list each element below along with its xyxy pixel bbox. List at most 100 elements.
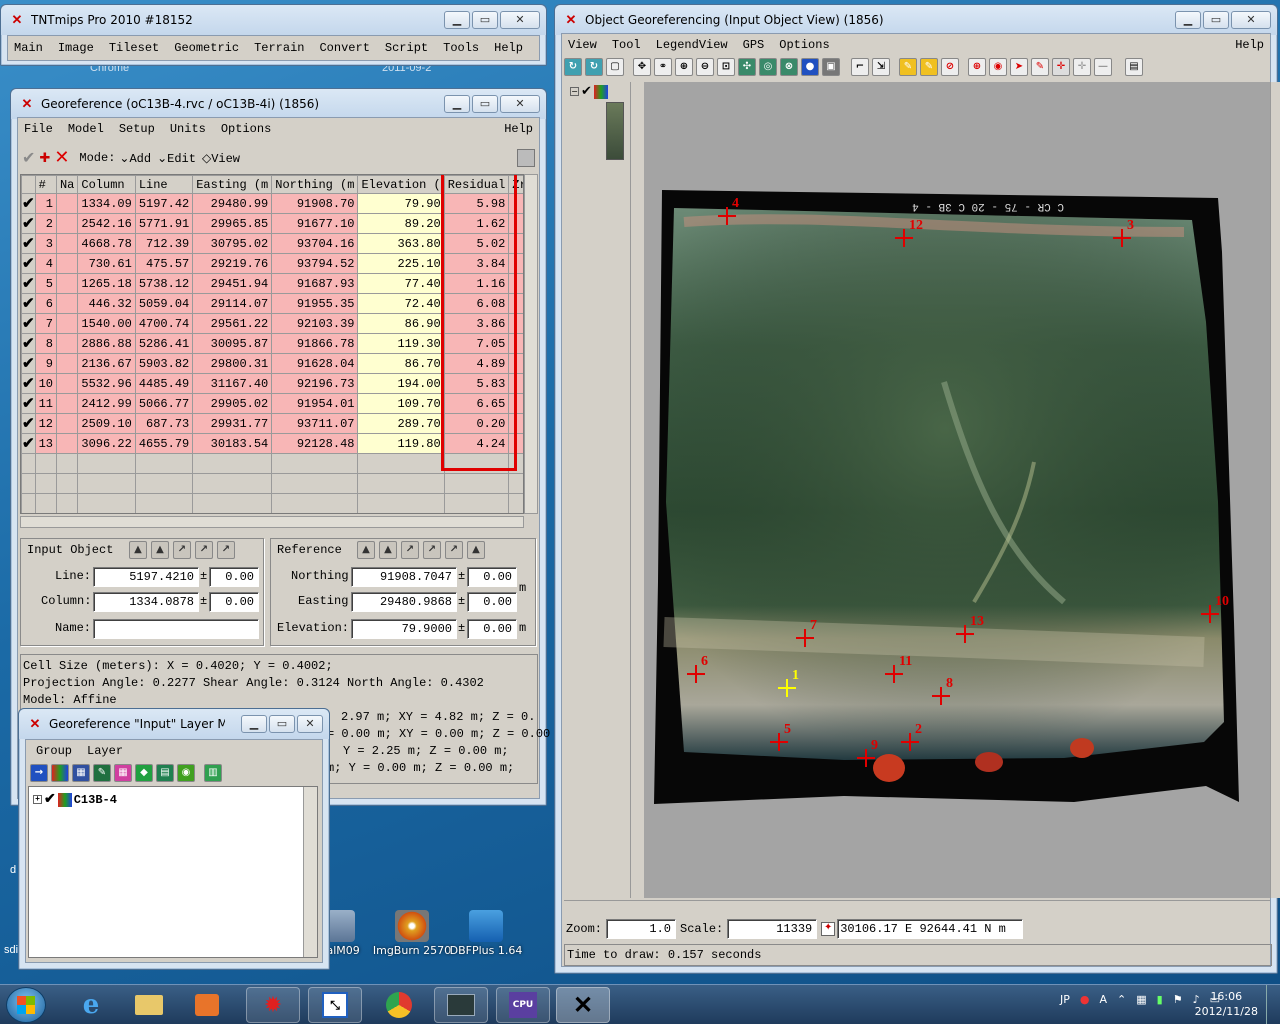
- elevation-field[interactable]: 79.9000: [351, 619, 457, 639]
- map-canvas[interactable]: C CR - 75 - 20 C 3B - 4 1 2 3 4 5 6 7 8 9 10 11 12 1…: [644, 82, 1270, 898]
- zoom-extent-icon[interactable]: ⊗: [780, 58, 798, 76]
- minimize-button[interactable]: ▁: [241, 715, 267, 733]
- close-button[interactable]: ✕: [500, 11, 540, 29]
- cad-layer-icon[interactable]: ✎: [93, 764, 111, 782]
- menu-geometric[interactable]: Geometric: [174, 41, 239, 55]
- taskbar-cpuz[interactable]: CPU: [496, 987, 550, 1023]
- tool-icon[interactable]: ↗: [195, 541, 213, 559]
- name-field[interactable]: [93, 619, 259, 639]
- row-checkbox[interactable]: ✔: [21, 373, 36, 394]
- accept-icon[interactable]: ✔: [22, 148, 35, 168]
- row-checkbox[interactable]: ✔: [21, 293, 36, 314]
- mode-add-radio[interactable]: ⌄Add: [119, 151, 151, 166]
- taskbar-ie[interactable]: e: [64, 987, 118, 1023]
- raster-layer-icon[interactable]: [51, 764, 69, 782]
- line-error-field[interactable]: 0.00: [209, 567, 259, 587]
- table-vscrollbar[interactable]: [524, 174, 538, 514]
- tool-icon[interactable]: ↗: [217, 541, 235, 559]
- zoom-red-icon[interactable]: ⊕: [968, 58, 986, 76]
- full-view-icon[interactable]: ▢: [606, 58, 624, 76]
- row-checkbox[interactable]: ✔: [21, 313, 36, 334]
- pan-icon[interactable]: ✥: [633, 58, 651, 76]
- scale-field[interactable]: 11339: [727, 919, 818, 939]
- start-button[interactable]: [6, 987, 46, 1023]
- menu-script[interactable]: Script: [385, 41, 428, 55]
- delete-point-icon[interactable]: ✕: [54, 147, 69, 169]
- database-layer-icon[interactable]: ▤: [156, 764, 174, 782]
- add-layer-icon[interactable]: →: [30, 764, 48, 782]
- language-indicator[interactable]: JP: [1060, 993, 1070, 1006]
- minimize-button[interactable]: ▁: [444, 11, 470, 29]
- taskbar-terminal[interactable]: [434, 987, 488, 1023]
- northing-error-field[interactable]: 0.00: [467, 567, 517, 587]
- zoom-in-icon[interactable]: ⊕: [675, 58, 693, 76]
- row-checkbox[interactable]: ✔: [21, 213, 36, 234]
- checkmark-icon[interactable]: ✔: [581, 84, 592, 99]
- tool-icon[interactable]: ↗: [173, 541, 191, 559]
- tool-icon[interactable]: ↗: [445, 541, 463, 559]
- battery-icon[interactable]: ▮: [1157, 993, 1163, 1006]
- zoom-fit-icon[interactable]: ✣: [738, 58, 756, 76]
- canvas-vscrollbar[interactable]: [1270, 82, 1280, 898]
- line-field[interactable]: 5197.4210: [93, 567, 199, 587]
- row-checkbox[interactable]: ✔: [21, 393, 36, 414]
- shape-layer-icon[interactable]: ◆: [135, 764, 153, 782]
- scale-icon[interactable]: ⇲: [872, 58, 890, 76]
- minimize-button[interactable]: ▁: [444, 95, 470, 113]
- select-icon[interactable]: ➤: [1010, 58, 1028, 76]
- zoom-field[interactable]: 1.0: [606, 919, 677, 939]
- menu-tileset[interactable]: Tileset: [109, 41, 159, 55]
- menu-options[interactable]: Options: [779, 38, 829, 52]
- legend-layer-item[interactable]: − ✔: [570, 84, 608, 99]
- legend-icon[interactable]: ▥: [204, 764, 222, 782]
- menu-help[interactable]: Help: [1235, 38, 1264, 52]
- menu-main[interactable]: Main: [14, 41, 43, 55]
- show-desktop-button[interactable]: [1266, 985, 1280, 1024]
- clock[interactable]: 16:06 2012/11/28: [1195, 989, 1258, 1019]
- menu-tools[interactable]: Tools: [443, 41, 479, 55]
- tool-icon[interactable]: ▲: [151, 541, 169, 559]
- ime-mode-icon[interactable]: A: [1099, 993, 1107, 1006]
- menu-help[interactable]: Help: [504, 122, 533, 136]
- menu-layer[interactable]: Layer: [87, 744, 123, 758]
- menu-legendview[interactable]: LegendView: [656, 38, 728, 52]
- row-checkbox[interactable]: ✔: [21, 253, 36, 274]
- coords-toggle-icon[interactable]: ✦: [821, 922, 836, 936]
- menu-help[interactable]: Help: [494, 41, 523, 55]
- easting-field[interactable]: 29480.9868: [351, 592, 457, 612]
- col-column[interactable]: Column: [77, 175, 136, 194]
- maximize-button[interactable]: ▭: [472, 95, 498, 113]
- redraw-icon[interactable]: ↻: [564, 58, 582, 76]
- taskbar-tntmips-3[interactable]: ✕: [556, 987, 610, 1023]
- column-field[interactable]: 1334.0878: [93, 592, 199, 612]
- canvas-hscrollbar[interactable]: [564, 900, 1270, 912]
- col-line[interactable]: Line: [134, 175, 194, 194]
- row-checkbox[interactable]: ✔: [21, 413, 36, 434]
- close-button[interactable]: ✕: [297, 715, 323, 733]
- zoom-1x-icon[interactable]: ◎: [759, 58, 777, 76]
- no-entry-icon[interactable]: ⊘: [941, 58, 959, 76]
- options-icon[interactable]: [517, 149, 535, 167]
- globe-icon[interactable]: ●: [801, 58, 819, 76]
- table-hscrollbar[interactable]: [20, 516, 524, 528]
- menu-gps[interactable]: GPS: [743, 38, 765, 52]
- tool-icon[interactable]: ▲: [379, 541, 397, 559]
- add-point-icon[interactable]: ✚: [39, 151, 50, 166]
- menu-tool[interactable]: Tool: [612, 38, 641, 52]
- pencil-icon[interactable]: ✎: [899, 58, 917, 76]
- measure-icon[interactable]: ⌐: [851, 58, 869, 76]
- elevation-error-field[interactable]: 0.00: [467, 619, 517, 639]
- taskbar-explorer[interactable]: [122, 987, 176, 1023]
- column-error-field[interactable]: 0.00: [209, 592, 259, 612]
- mode-edit-radio[interactable]: ⌄Edit: [157, 151, 196, 166]
- menu-convert[interactable]: Convert: [319, 41, 369, 55]
- region-layer-icon[interactable]: ◉: [177, 764, 195, 782]
- row-checkbox[interactable]: ✔: [21, 193, 36, 214]
- checkmark-icon[interactable]: ✔: [44, 791, 56, 808]
- flag-icon[interactable]: ⚑: [1173, 993, 1183, 1006]
- desktop-icon-dbfplus[interactable]: DBFPlus 1.64: [446, 910, 526, 957]
- maximize-button[interactable]: ▭: [269, 715, 295, 733]
- layer-vscrollbar[interactable]: [303, 787, 317, 957]
- binoculars-icon[interactable]: ⚭: [654, 58, 672, 76]
- menu-units[interactable]: Units: [170, 122, 206, 136]
